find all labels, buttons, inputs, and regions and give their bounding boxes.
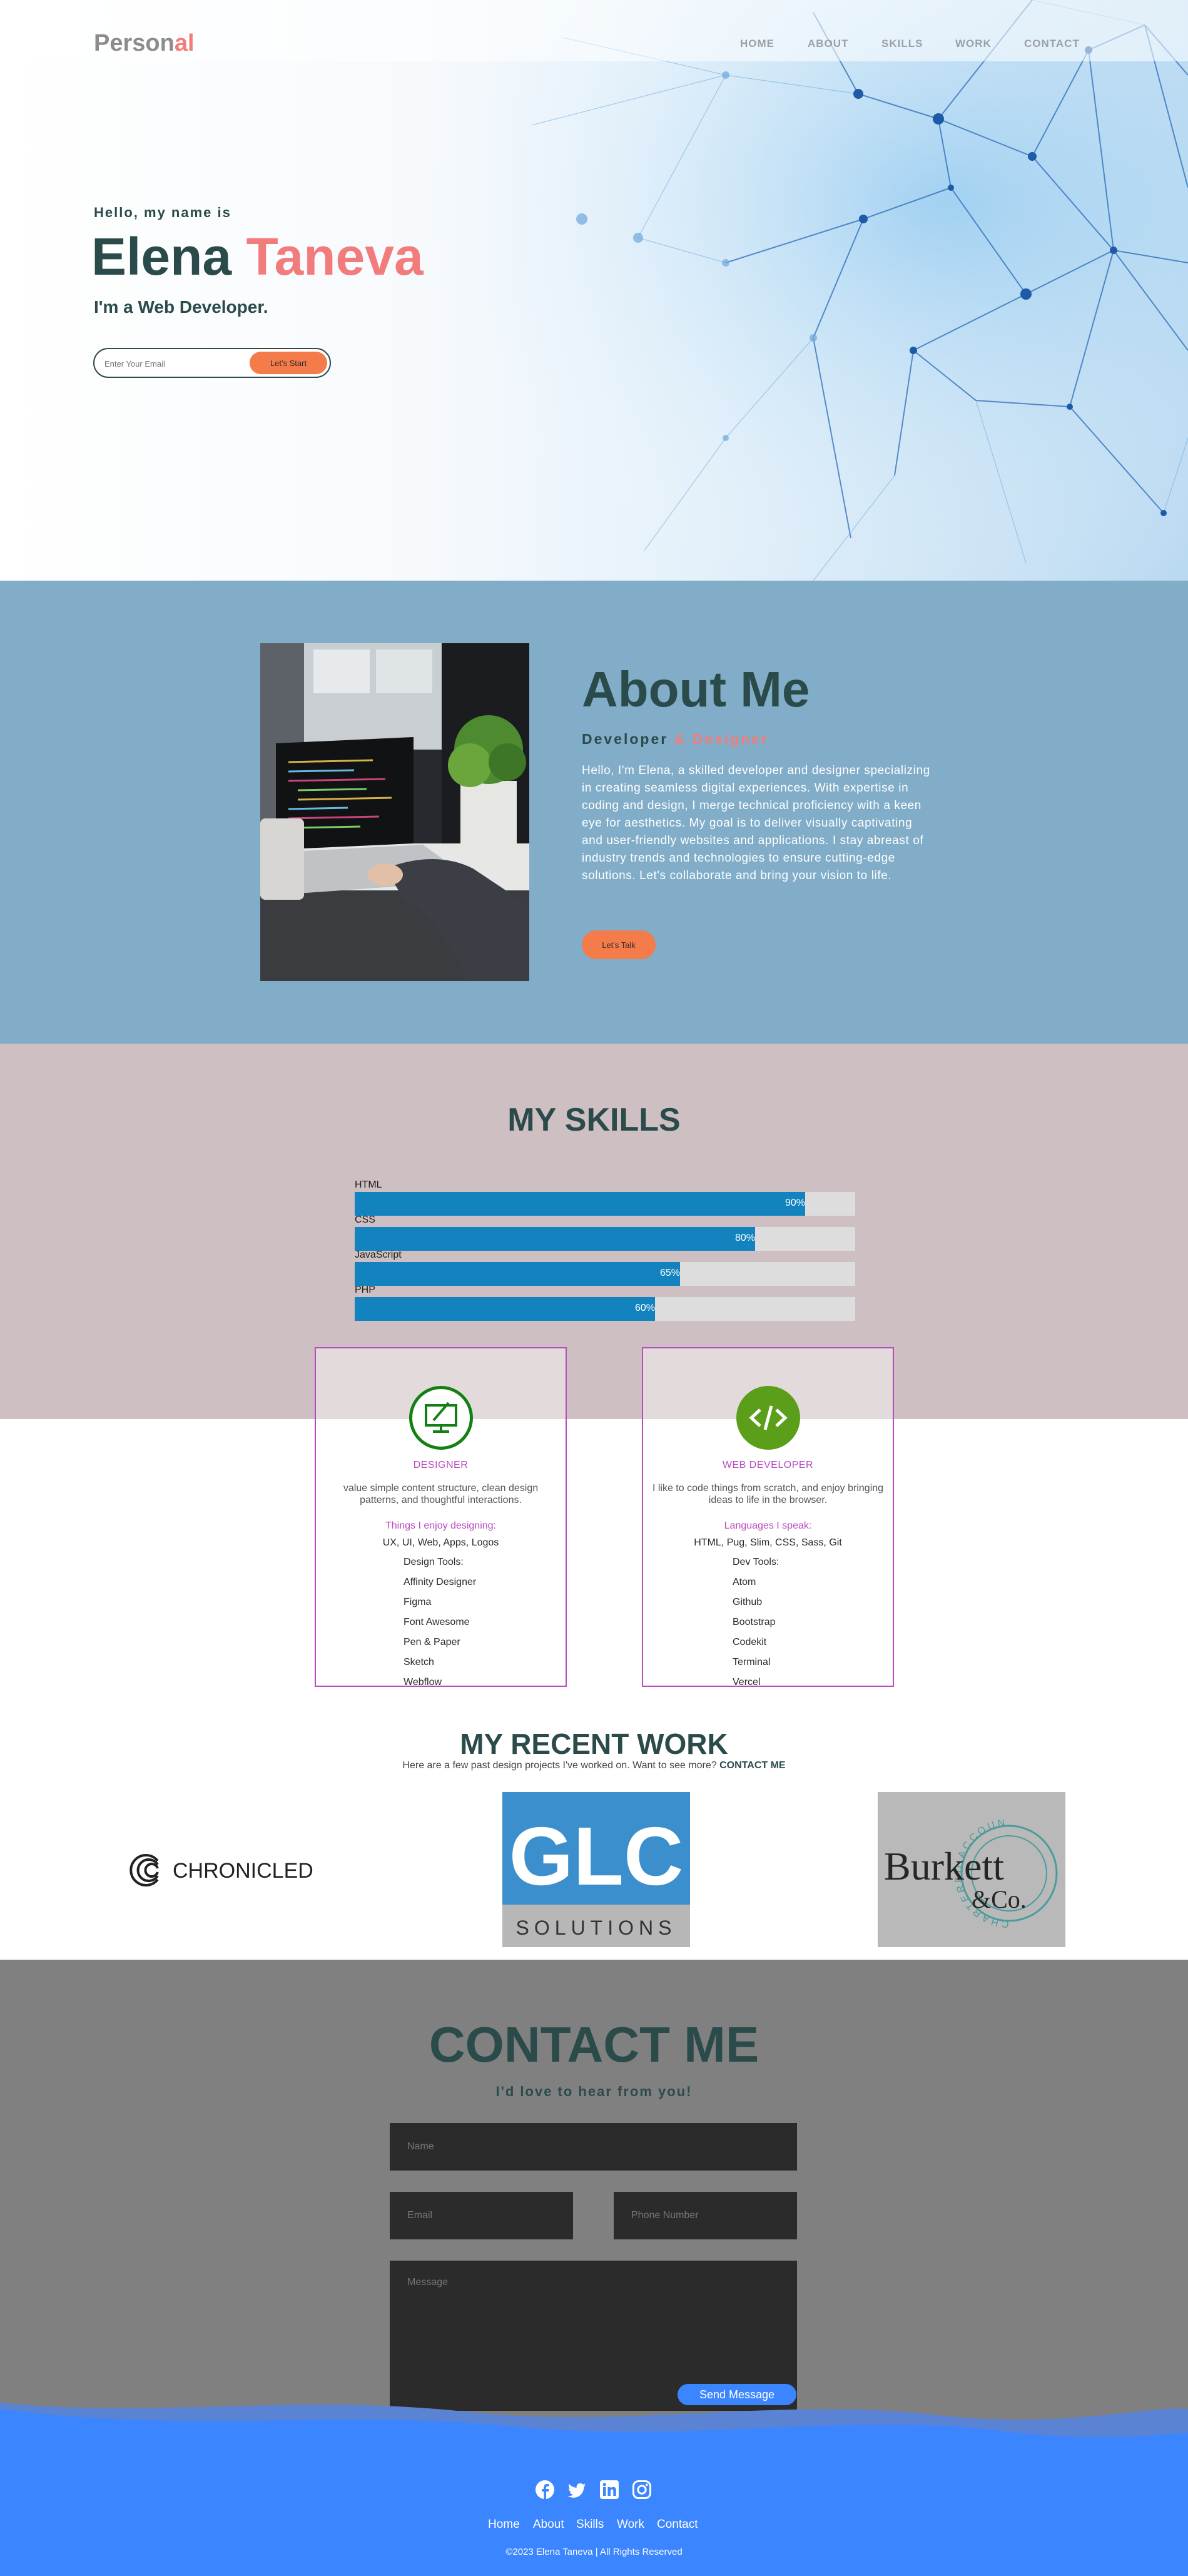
work-subtitle: Here are a few past design projects I've…: [402, 1760, 786, 1771]
nav-skills-link[interactable]: SKILLS: [881, 38, 923, 50]
skill-fill: 60%: [355, 1297, 655, 1321]
designer-tool-item: Sketch: [404, 1657, 434, 1667]
skill-label-css: CSS: [355, 1214, 375, 1225]
nav-contact-link[interactable]: CONTACT: [1024, 38, 1080, 50]
web-developer-subtitle: Languages I speak:: [724, 1520, 812, 1531]
hero-email-input[interactable]: [103, 357, 241, 370]
navbar: Personal HOME ABOUT SKILLS WORK CONTACT: [0, 0, 1188, 61]
designer-tool-item: Pen & Paper: [404, 1637, 460, 1647]
facebook-icon[interactable]: [535, 2480, 555, 2500]
code-icon: [736, 1386, 800, 1450]
web-developer-description: I like to code things from scratch, and …: [652, 1483, 884, 1505]
contact-title: CONTACT ME: [429, 2017, 759, 2072]
about-section: About Me Developer & Designer Hello, I'm…: [0, 581, 1188, 1044]
designer-tool-item: Figma: [404, 1597, 432, 1607]
about-title: About Me: [582, 661, 810, 717]
nav-work-link[interactable]: WORK: [955, 38, 992, 50]
footer-home-link[interactable]: Home: [488, 2518, 520, 2532]
laptop-photo: [260, 643, 529, 981]
designer-tool-item: Webflow: [404, 1677, 442, 1688]
designer-tools-title: Design Tools:: [404, 1557, 464, 1567]
project-chronicled[interactable]: CHRONICLED: [128, 1792, 315, 1947]
footer-work-link[interactable]: Work: [617, 2518, 644, 2532]
web-developer-card: WEB DEVELOPER I like to code things from…: [642, 1347, 894, 1688]
skill-fill: 65%: [355, 1262, 680, 1286]
designer-subtitle: Things I enjoy designing:: [385, 1520, 496, 1531]
skill-label-javascript: JavaScript: [355, 1250, 402, 1260]
nav-about-link[interactable]: ABOUT: [808, 38, 848, 50]
designer-tool-item: Affinity Designer: [404, 1577, 477, 1587]
hero-email-form: Let's Start: [93, 348, 331, 378]
name-field[interactable]: [390, 2123, 797, 2171]
skill-bar-html: 90%: [355, 1192, 855, 1216]
hero-section: Personal HOME ABOUT SKILLS WORK CONTACT …: [0, 0, 1188, 581]
burkett-logo-co: &Co.: [972, 1885, 1027, 1913]
project-burkett[interactable]: CHARTERED ACCOUNTANTS Burkett &Co.: [878, 1792, 1065, 1947]
copyright: ©2023 Elena Taneva | All Rights Reserved: [505, 2547, 683, 2557]
designer-card: DESIGNER value simple content structure,…: [315, 1347, 567, 1688]
glc-tagline: SOLUTIONS: [516, 1917, 677, 1939]
about-subtitle: Developer & Designer: [582, 731, 769, 747]
work-title: MY RECENT WORK: [460, 1728, 728, 1760]
skill-fill: 80%: [355, 1227, 755, 1251]
designer-description: value simple content structure, clean de…: [343, 1483, 539, 1505]
site-logo[interactable]: Personal: [94, 30, 195, 57]
project-glc[interactable]: GLC SOLUTIONS: [502, 1792, 690, 1947]
burkett-logo-text: Burkett: [884, 1844, 1004, 1888]
hero-name: Elena Taneva: [91, 227, 424, 286]
skill-bar-php: 60%: [355, 1297, 855, 1321]
designer-title: DESIGNER: [413, 1460, 469, 1470]
skill-label-php: PHP: [355, 1285, 375, 1295]
nav-home-link[interactable]: HOME: [740, 38, 774, 50]
dev-tool-item: Bootstrap: [733, 1617, 776, 1627]
web-developer-title: WEB DEVELOPER: [722, 1460, 814, 1470]
dev-tool-item: Terminal: [733, 1657, 771, 1667]
instagram-icon[interactable]: [632, 2480, 652, 2500]
hero-role: I'm a Web Developer.: [94, 297, 268, 317]
hero-greeting: Hello, my name is: [94, 205, 231, 220]
monitor-pen-icon: [409, 1386, 473, 1450]
web-developer-list-head: HTML, Pug, Slim, CSS, Sass, Git: [694, 1537, 842, 1548]
about-description: Hello, I'm Elena, a skilled developer an…: [582, 764, 930, 882]
linkedin-icon[interactable]: [599, 2480, 619, 2500]
dev-tool-item: Codekit: [733, 1637, 767, 1647]
skill-label-html: HTML: [355, 1179, 382, 1190]
dev-tools-title: Dev Tools:: [733, 1557, 779, 1567]
dev-tool-item: Vercel: [733, 1677, 761, 1688]
chronicled-logo-text: CHRONICLED: [173, 1859, 313, 1883]
designer-tool-item: Font Awesome: [404, 1617, 470, 1627]
phone-field[interactable]: [614, 2192, 797, 2239]
lets-start-button[interactable]: Let's Start: [250, 352, 327, 374]
contact-me-link[interactable]: CONTACT ME: [719, 1760, 785, 1771]
skill-fill: 90%: [355, 1192, 805, 1216]
network-illustration: [375, 0, 1188, 581]
email-field[interactable]: [390, 2192, 573, 2239]
send-message-button[interactable]: Send Message: [678, 2384, 796, 2405]
footer-skills-link[interactable]: Skills: [576, 2518, 604, 2532]
skill-bar-css: 80%: [355, 1227, 855, 1251]
dev-tool-item: Atom: [733, 1577, 756, 1587]
footer-about-link[interactable]: About: [533, 2518, 564, 2532]
skills-title: MY SKILLS: [507, 1102, 681, 1138]
glc-logo-text: GLC: [509, 1810, 684, 1902]
contact-subtitle: I'd love to hear from you!: [495, 2084, 693, 2099]
footer-contact-link[interactable]: Contact: [657, 2518, 698, 2532]
lets-talk-button[interactable]: Let's Talk: [582, 930, 656, 959]
designer-list-head: UX, UI, Web, Apps, Logos: [382, 1537, 499, 1548]
skill-bar-javascript: 65%: [355, 1262, 855, 1286]
twitter-icon[interactable]: [567, 2480, 587, 2500]
dev-tool-item: Github: [733, 1597, 763, 1607]
